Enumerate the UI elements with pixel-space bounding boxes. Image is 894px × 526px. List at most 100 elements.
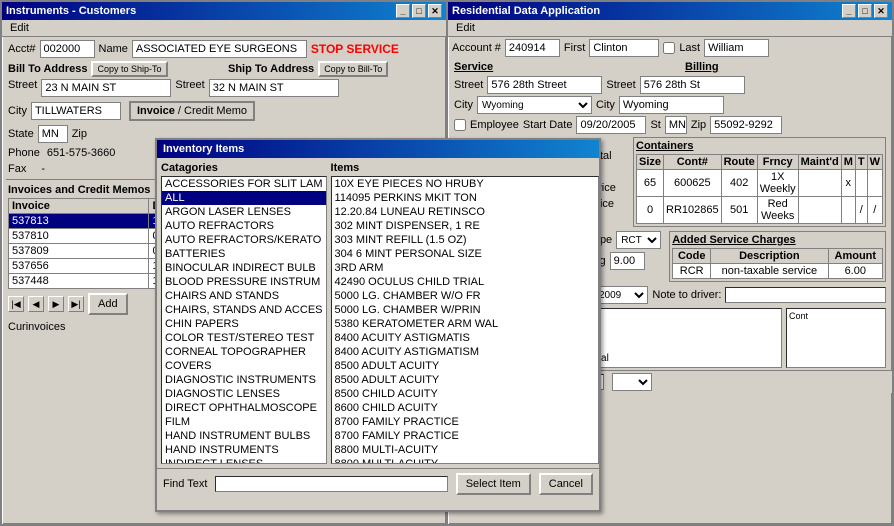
invoice-title: Invoice	[137, 105, 175, 117]
note-label: Note to driver:	[652, 289, 721, 301]
inventory-item[interactable]: 8400 ACUITY ASTIGMATISM	[332, 345, 598, 359]
res-minimize-button[interactable]: _	[842, 4, 856, 18]
inventory-item[interactable]: 5000 LG. CHAMBER W/PRIN	[332, 303, 598, 317]
billing-street-label: Street	[606, 79, 635, 91]
inventory-item[interactable]: 10X EYE PIECES NO HRUBY	[332, 177, 598, 191]
nav-prev-button[interactable]: ◀	[28, 296, 44, 312]
container-row: 0RR102865501Red Weeks//	[637, 197, 883, 224]
items-list[interactable]: 10X EYE PIECES NO HRUBY114095 PERKINS MK…	[331, 176, 599, 464]
category-item[interactable]: ARGON LASER LENSES	[162, 205, 326, 219]
category-item[interactable]: COVERS	[162, 359, 326, 373]
credit-memo-label: / Credit Memo	[178, 105, 247, 117]
category-item[interactable]: ACCESSORIES FOR SLIT LAM	[162, 177, 326, 191]
inventory-item[interactable]: 114095 PERKINS MKIT TON	[332, 191, 598, 205]
inventory-item[interactable]: 5000 LG. CHAMBER W/O FR	[332, 289, 598, 303]
residential-title-bar: Residential Data Application _ □ ✕	[448, 2, 892, 20]
inventory-item[interactable]: 304 6 MINT PERSONAL SIZE	[332, 247, 598, 261]
category-item[interactable]: DIAGNOSTIC LENSES	[162, 387, 326, 401]
inventory-item[interactable]: 8400 ACUITY ASTIGMATIS	[332, 331, 598, 345]
state-field: MN	[38, 125, 68, 143]
inventory-item[interactable]: 3RD ARM	[332, 261, 598, 275]
category-item[interactable]: COLOR TEST/STEREO TEST	[162, 331, 326, 345]
res-maximize-button[interactable]: □	[858, 4, 872, 18]
instruments-menu-bar: Edit	[2, 20, 446, 37]
inventory-item[interactable]: 8500 ADULT ACUITY	[332, 373, 598, 387]
bottom-select[interactable]	[612, 373, 652, 391]
container-column-header: M	[841, 155, 855, 170]
acct-type-select[interactable]: RCT	[616, 231, 661, 249]
category-item[interactable]: ALL	[162, 191, 326, 205]
charges-table: CodeDescriptionAmount RCRnon-taxable ser…	[672, 248, 883, 279]
category-item[interactable]: CHIN PAPERS	[162, 317, 326, 331]
category-item[interactable]: AUTO REFRACTORS/KERATO	[162, 233, 326, 247]
inventory-item[interactable]: 8700 FAMILY PRACTICE	[332, 415, 598, 429]
menu-edit[interactable]: Edit	[6, 21, 33, 35]
inventory-item[interactable]: 12.20.84 LUNEAU RETINSCO	[332, 205, 598, 219]
res-city-select[interactable]: Wyoming	[477, 96, 592, 114]
find-text-input[interactable]	[215, 476, 447, 492]
inventory-item[interactable]: 8500 CHILD ACUITY	[332, 387, 598, 401]
billing-city-label: City	[596, 99, 615, 111]
employee-label: Employee	[470, 119, 519, 131]
category-item[interactable]: BLOOD PRESSURE INSTRUM	[162, 275, 326, 289]
add-button[interactable]: Add	[88, 293, 128, 315]
nav-next-button[interactable]: ▶	[48, 296, 64, 312]
containers-table: SizeCont#RouteFrncyMaint'dMTW 6560062540…	[636, 154, 883, 224]
added-charges-label: Added Service Charges	[672, 234, 883, 246]
title-bar-buttons: _ □ ✕	[396, 4, 442, 18]
category-item[interactable]: DIAGNOSTIC INSTRUMENTS	[162, 373, 326, 387]
inventory-item[interactable]: 8600 CHILD ACUITY	[332, 401, 598, 415]
inventory-item[interactable]: 8700 FAMILY PRACTICE	[332, 429, 598, 443]
billing-state-label: St	[650, 119, 660, 131]
employee-checkbox[interactable]	[454, 119, 466, 131]
copy-to-bill-button[interactable]: Copy to Bill-To	[318, 61, 388, 77]
res-close-button[interactable]: ✕	[874, 4, 888, 18]
find-text-label: Find Text	[163, 478, 207, 490]
cancel-button[interactable]: Cancel	[539, 473, 593, 495]
inventory-item[interactable]: 8800 MULTI-ACUITY	[332, 457, 598, 464]
inventory-item[interactable]: 8500 ADULT ACUITY	[332, 359, 598, 373]
minimize-button[interactable]: _	[396, 4, 410, 18]
cont-label: Cont	[787, 309, 885, 323]
categories-list[interactable]: ACCESSORIES FOR SLIT LAMALLARGON LASER L…	[161, 176, 327, 464]
nav-last-button[interactable]: ▶|	[68, 296, 84, 312]
contacts-panel: Cont	[786, 308, 886, 368]
select-item-button[interactable]: Select Item	[456, 473, 531, 495]
street2-label: Street	[175, 79, 204, 97]
service-label: Service	[454, 61, 493, 73]
inventory-item[interactable]: 8800 MULTI-ACUITY	[332, 443, 598, 457]
res-title-buttons: _ □ ✕	[842, 4, 888, 18]
category-item[interactable]: HAND INSTRUMENTS	[162, 443, 326, 457]
note-input[interactable]	[725, 287, 886, 303]
category-item[interactable]: FILM	[162, 415, 326, 429]
first-checkbox[interactable]	[663, 42, 675, 54]
close-button[interactable]: ✕	[428, 4, 442, 18]
category-item[interactable]: CORNEAL TOPOGRAPHER	[162, 345, 326, 359]
category-item[interactable]: DIRECT OPHTHALMOSCOPE	[162, 401, 326, 415]
nav-first-button[interactable]: |◀	[8, 296, 24, 312]
invoice-panel-tab: Invoice / Credit Memo	[129, 101, 255, 121]
inventory-item[interactable]: 5380 KERATOMETER ARM WAL	[332, 317, 598, 331]
billing-city-field: Wyoming	[619, 96, 724, 114]
copy-to-ship-button[interactable]: Copy to Ship-To	[91, 61, 167, 77]
category-item[interactable]: HAND INSTRUMENT BULBS	[162, 429, 326, 443]
category-item[interactable]: BATTERIES	[162, 247, 326, 261]
categories-label: Catagories	[161, 162, 327, 174]
inventory-item[interactable]: 303 MINT REFILL (1.5 OZ)	[332, 233, 598, 247]
res-last-field: William	[704, 39, 769, 57]
category-item[interactable]: INDIRECT LENSES	[162, 457, 326, 464]
inventory-item[interactable]: 302 MINT DISPENSER, 1 RE	[332, 219, 598, 233]
cntnt-chrg-field: 9.00	[610, 252, 645, 270]
category-item[interactable]: CHAIRS AND STANDS	[162, 289, 326, 303]
container-column-header: Frncy	[757, 155, 798, 170]
category-item[interactable]: CHAIRS, STANDS AND ACCES	[162, 303, 326, 317]
category-item[interactable]: AUTO REFRACTORS	[162, 219, 326, 233]
state-label: State	[8, 128, 34, 140]
res-menu-edit[interactable]: Edit	[452, 21, 479, 35]
inventory-item[interactable]: 42490 OCULUS CHILD TRIAL	[332, 275, 598, 289]
category-item[interactable]: BINOCULAR INDIRECT BULB	[162, 261, 326, 275]
residential-title: Residential Data Application	[452, 5, 600, 17]
residential-menu-bar: Edit	[448, 20, 892, 37]
maximize-button[interactable]: □	[412, 4, 426, 18]
res-account-label: Account #	[452, 42, 501, 54]
